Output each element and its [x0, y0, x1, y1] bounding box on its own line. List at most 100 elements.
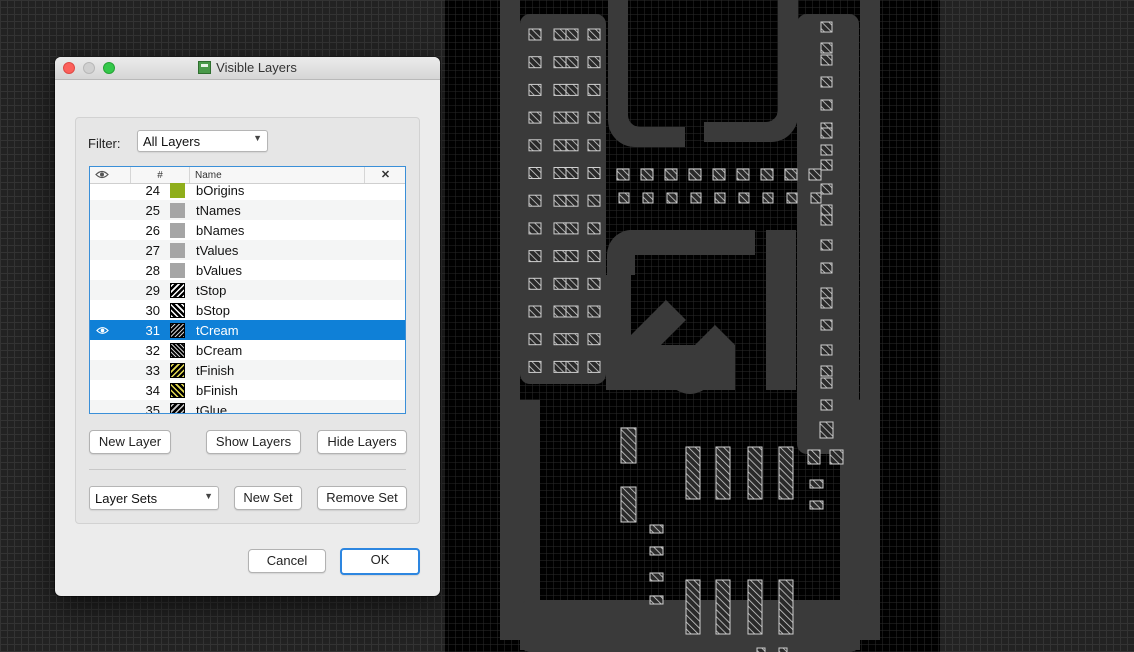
pad [685, 446, 701, 500]
pad [553, 360, 567, 373]
layer-sets-select[interactable]: Layer Sets ▼ [89, 486, 219, 510]
pad [762, 192, 774, 204]
layer-name: bCream [196, 343, 243, 358]
cancel-button[interactable]: Cancel [248, 549, 326, 573]
layer-row[interactable]: 34 bFinish [90, 380, 405, 400]
pad [528, 333, 542, 346]
layer-number: 30 [145, 303, 160, 318]
pad [820, 344, 833, 356]
pad [565, 111, 579, 124]
pad [528, 194, 542, 207]
hide-layers-button[interactable]: Hide Layers [317, 430, 407, 454]
pad [820, 144, 833, 156]
pad [820, 287, 833, 299]
pad [820, 42, 833, 54]
pad [649, 572, 664, 582]
layer-color-swatch[interactable] [170, 323, 185, 338]
pad [738, 192, 750, 204]
layers-table[interactable]: # Name ✕ 24 bOrigins 25 tNames 26 bNames 27 tVa… [89, 166, 406, 414]
ok-button[interactable]: OK [340, 548, 420, 575]
pad [688, 168, 702, 181]
pad [820, 127, 833, 139]
pad [565, 250, 579, 263]
layer-number: 24 [145, 183, 160, 198]
chevron-down-icon: ▼ [253, 133, 262, 143]
pad [820, 262, 833, 274]
pad [808, 168, 822, 181]
pad [712, 168, 726, 181]
layer-color-swatch[interactable] [170, 263, 185, 278]
pad [565, 83, 579, 96]
pad [528, 56, 542, 69]
pad [690, 192, 702, 204]
layer-number: 34 [145, 383, 160, 398]
pad [553, 277, 567, 290]
pad [649, 595, 664, 605]
layer-name: tNames [196, 203, 241, 218]
pad [784, 168, 798, 181]
show-layers-button[interactable]: Show Layers [206, 430, 301, 454]
pad [747, 446, 763, 500]
layer-color-swatch[interactable] [170, 183, 185, 198]
layer-color-swatch[interactable] [170, 343, 185, 358]
layer-row[interactable]: 32 bCream [90, 340, 405, 360]
new-set-button[interactable]: New Set [234, 486, 302, 510]
layer-color-swatch[interactable] [170, 303, 185, 318]
layer-name: tCream [196, 323, 239, 338]
pad [810, 192, 822, 204]
layer-color-swatch[interactable] [170, 203, 185, 218]
layer-row[interactable]: 29 tStop [90, 280, 405, 300]
layer-sets-value: Layer Sets [95, 491, 158, 506]
pad [553, 250, 567, 263]
layer-row[interactable]: 30 bStop [90, 300, 405, 320]
layer-row[interactable]: 24 bOrigins [90, 180, 405, 200]
pad [685, 579, 701, 635]
pad [587, 250, 601, 263]
pad [587, 56, 601, 69]
layer-color-swatch[interactable] [170, 283, 185, 298]
layer-number: 33 [145, 363, 160, 378]
eye-icon[interactable] [96, 326, 109, 335]
layer-row[interactable]: 27 tValues [90, 240, 405, 260]
pad [528, 250, 542, 263]
pad [820, 159, 833, 171]
layer-row[interactable]: 31 tCream [90, 320, 405, 340]
pad [565, 56, 579, 69]
layer-name: tStop [196, 283, 227, 298]
pad [820, 319, 833, 331]
remove-set-button[interactable]: Remove Set [317, 486, 407, 510]
layer-row[interactable]: 25 tNames [90, 200, 405, 220]
layer-row[interactable]: 28 bValues [90, 260, 405, 280]
eye-icon [95, 170, 109, 179]
layer-number: 27 [145, 243, 160, 258]
pad [587, 360, 601, 373]
layer-color-swatch[interactable] [170, 243, 185, 258]
filter-label: Filter: [88, 136, 121, 151]
layer-color-swatch[interactable] [170, 403, 185, 413]
pad [820, 183, 833, 195]
layer-number: 32 [145, 343, 160, 358]
pad [587, 277, 601, 290]
pad [618, 192, 630, 204]
pad [528, 222, 542, 235]
pad [820, 377, 833, 389]
layer-name: bNames [196, 223, 245, 238]
layer-row[interactable]: 26 bNames [90, 220, 405, 240]
new-layer-button[interactable]: New Layer [89, 430, 171, 454]
pad [649, 546, 664, 556]
filter-select[interactable]: All Layers ▼ [137, 130, 268, 152]
layer-color-swatch[interactable] [170, 383, 185, 398]
pad [565, 194, 579, 207]
layer-row[interactable]: 35 tGlue [90, 400, 405, 413]
layer-color-swatch[interactable] [170, 223, 185, 238]
layers-panel: Filter: All Layers ▼ # Name ✕ 24 bOrigins… [75, 117, 420, 524]
layer-row[interactable]: 33 tFinish [90, 360, 405, 380]
pad [565, 28, 579, 41]
pad [553, 222, 567, 235]
title-bar[interactable]: Visible Layers [55, 57, 440, 80]
pad [528, 139, 542, 152]
pad [565, 360, 579, 373]
pad [715, 446, 731, 500]
layer-color-swatch[interactable] [170, 363, 185, 378]
pad [587, 139, 601, 152]
